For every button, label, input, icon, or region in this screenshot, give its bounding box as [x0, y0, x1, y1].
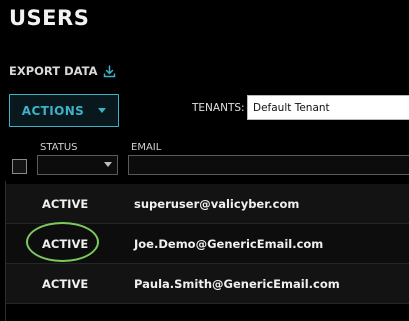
row-divider	[6, 303, 409, 304]
actions-label: ACTIONS	[21, 103, 85, 118]
export-data-link[interactable]: EXPORT DATA	[9, 64, 116, 78]
email-cell: Joe.Demo@GenericEmail.com	[134, 236, 324, 251]
table-row[interactable]: ACTIVE Joe.Demo@GenericEmail.com	[6, 224, 409, 263]
status-filter-select[interactable]	[37, 155, 118, 175]
tenants-label: TENANTS:	[192, 102, 245, 114]
column-header-email: EMAIL	[131, 142, 162, 153]
column-header-status: STATUS	[40, 142, 78, 153]
export-data-label: EXPORT DATA	[9, 64, 98, 78]
status-cell: ACTIVE	[42, 276, 89, 291]
select-all-checkbox[interactable]	[12, 159, 27, 174]
users-table: ACTIVE superuser@valicyber.com ACTIVE Jo…	[5, 181, 409, 321]
email-cell: Paula.Smith@GenericEmail.com	[134, 276, 340, 291]
chevron-down-icon	[98, 108, 107, 113]
email-cell: superuser@valicyber.com	[134, 196, 300, 211]
email-filter-input[interactable]	[128, 155, 409, 175]
tenants-selected-value: Default Tenant	[253, 101, 330, 114]
status-cell: ACTIVE	[42, 196, 89, 211]
tenants-select[interactable]: Default Tenant	[247, 95, 409, 120]
status-cell: ACTIVE	[42, 236, 89, 251]
page-title: USERS	[9, 6, 90, 30]
table-row[interactable]: ACTIVE superuser@valicyber.com	[6, 184, 409, 223]
table-row[interactable]: ACTIVE Paula.Smith@GenericEmail.com	[6, 264, 409, 303]
chevron-down-icon	[104, 162, 112, 167]
actions-dropdown-button[interactable]: ACTIONS	[9, 94, 119, 127]
download-icon	[103, 64, 115, 77]
